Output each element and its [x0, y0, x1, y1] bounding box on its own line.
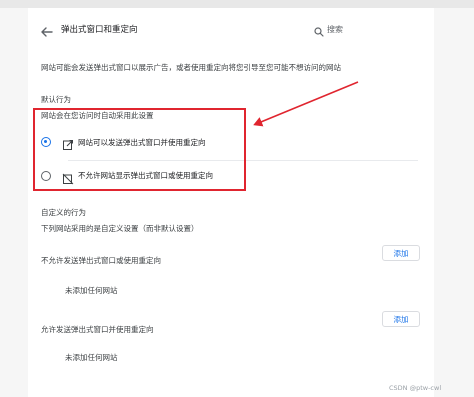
watermark: CSDN @ptw-cwl: [389, 384, 442, 392]
annotation-arrow: [253, 81, 359, 127]
